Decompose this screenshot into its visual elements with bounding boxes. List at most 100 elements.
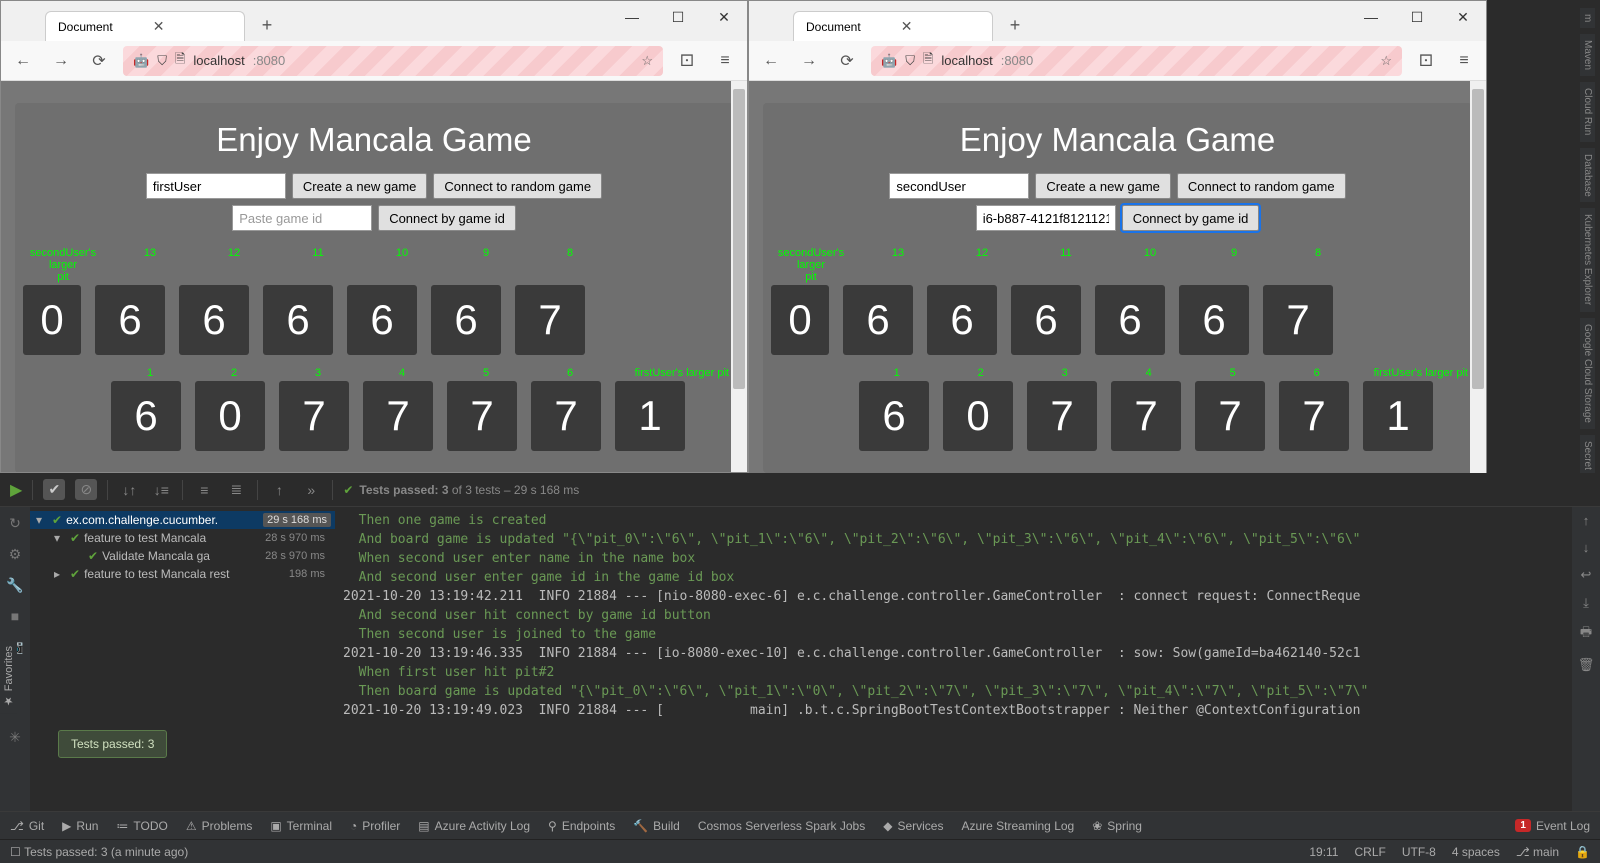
- username-input[interactable]: [146, 173, 286, 199]
- todo-tab[interactable]: ≔ TODO: [116, 819, 167, 833]
- up-arrow-icon[interactable]: ↑: [1583, 513, 1590, 528]
- git-tab[interactable]: ⎇ Git: [10, 819, 44, 833]
- new-tab-button[interactable]: +: [1001, 11, 1029, 39]
- back-button[interactable]: ←: [9, 47, 37, 75]
- reload-button[interactable]: ⟳: [85, 47, 113, 75]
- pit[interactable]: 7: [1279, 381, 1349, 451]
- trash-icon[interactable]: 🗑: [1578, 657, 1595, 673]
- scroll-icon[interactable]: ⤓: [1583, 595, 1589, 611]
- close-window-button[interactable]: ✕: [1440, 1, 1486, 33]
- test-tree-row[interactable]: ✔Validate Mancala ga28 s 970 ms: [30, 547, 335, 565]
- event-log-tab[interactable]: 1 Event Log: [1515, 819, 1590, 833]
- gameid-input[interactable]: [232, 205, 372, 231]
- up-icon[interactable]: ↑: [268, 482, 290, 498]
- username-input[interactable]: [889, 173, 1029, 199]
- status-le[interactable]: CRLF: [1354, 845, 1385, 859]
- new-tab-button[interactable]: +: [253, 11, 281, 39]
- browser-tab[interactable]: Document ✕: [45, 11, 245, 41]
- more-icon[interactable]: »: [300, 482, 322, 498]
- profiler-tab[interactable]: ◔ Profiler: [350, 819, 400, 833]
- endpoints-tab[interactable]: ⚲ Endpoints: [548, 819, 615, 833]
- menu-icon[interactable]: ≡: [1450, 52, 1478, 70]
- scrollbar[interactable]: [1470, 81, 1486, 479]
- menu-icon[interactable]: ≡: [711, 52, 739, 70]
- address-bar[interactable]: 🤖 ⛉ 🗎 localhost:8080 ☆: [871, 46, 1402, 76]
- maximize-button[interactable]: ☐: [655, 1, 701, 33]
- toggle-icon[interactable]: ⚙: [9, 546, 22, 563]
- services-tab[interactable]: ◆ Services: [883, 819, 943, 833]
- favorites-tab[interactable]: ★ Favorites: [0, 640, 17, 713]
- pit[interactable]: 1: [615, 381, 685, 451]
- down-arrow-icon[interactable]: ↓: [1583, 540, 1590, 555]
- reload-button[interactable]: ⟳: [833, 47, 861, 75]
- right-toolwindow-tab[interactable]: m: [1580, 8, 1595, 28]
- bookmark-icon[interactable]: ☆: [1380, 53, 1392, 69]
- status-branch[interactable]: ⎇ main: [1516, 845, 1559, 859]
- collapse-icon[interactable]: ≣: [225, 481, 247, 498]
- pit[interactable]: 0: [943, 381, 1013, 451]
- pit[interactable]: 7: [1027, 381, 1097, 451]
- pit[interactable]: 7: [1195, 381, 1265, 451]
- close-icon[interactable]: ✕: [901, 18, 913, 35]
- scrollbar[interactable]: [731, 81, 747, 472]
- sort-icon-2[interactable]: ↓≡: [150, 482, 172, 498]
- print-icon[interactable]: 🖶: [1580, 623, 1592, 645]
- maximize-button[interactable]: ☐: [1394, 1, 1440, 33]
- pocket-icon[interactable]: ⚀: [673, 51, 701, 71]
- spring-tab[interactable]: ❀ Spring: [1092, 819, 1142, 833]
- bookmark-icon[interactable]: ☆: [641, 53, 653, 69]
- lock-icon[interactable]: 🔒: [1575, 845, 1590, 859]
- bug-icon[interactable]: ✳: [9, 729, 21, 746]
- rerun-icon[interactable]: ↻: [9, 515, 21, 532]
- status-enc[interactable]: UTF-8: [1402, 845, 1436, 859]
- test-tree-row[interactable]: ▸✔feature to test Mancala rest198 ms: [30, 565, 335, 583]
- test-tree-row[interactable]: ▾✔feature to test Mancala28 s 970 ms: [30, 529, 335, 547]
- cosmos-tab[interactable]: Cosmos Serverless Spark Jobs: [698, 819, 865, 833]
- pit[interactable]: 6: [859, 381, 929, 451]
- problems-tab[interactable]: ⚠ Problems: [186, 819, 252, 833]
- minimize-button[interactable]: ―: [1348, 1, 1394, 33]
- console-output[interactable]: Then one game is created And board game …: [335, 507, 1572, 811]
- pit[interactable]: 1: [1363, 381, 1433, 451]
- right-toolwindow-tab[interactable]: Kubernetes Explorer: [1580, 208, 1595, 311]
- forward-button[interactable]: →: [47, 47, 75, 75]
- run-icon[interactable]: ▶: [10, 480, 22, 500]
- browser-tab[interactable]: Document ✕: [793, 11, 993, 41]
- gameid-input[interactable]: [976, 205, 1116, 231]
- pocket-icon[interactable]: ⚀: [1412, 51, 1440, 71]
- pit[interactable]: 7: [1111, 381, 1181, 451]
- ban-icon[interactable]: ⊘: [75, 479, 97, 500]
- status-indent[interactable]: 4 spaces: [1452, 845, 1500, 859]
- pit[interactable]: 7: [279, 381, 349, 451]
- right-toolwindow-tab[interactable]: Google Cloud Storage: [1580, 318, 1595, 429]
- pit[interactable]: 0: [195, 381, 265, 451]
- create-game-button[interactable]: Create a new game: [1035, 173, 1170, 199]
- close-window-button[interactable]: ✕: [701, 1, 747, 33]
- connect-by-id-button[interactable]: Connect by game id: [378, 205, 516, 231]
- right-toolwindow-tab[interactable]: Database: [1580, 148, 1595, 203]
- sort-icon[interactable]: ↓↑: [118, 482, 140, 498]
- right-toolwindow-tab[interactable]: Maven: [1580, 34, 1595, 76]
- pit[interactable]: 7: [363, 381, 433, 451]
- wrench-icon[interactable]: 🔧: [6, 577, 23, 594]
- back-button[interactable]: ←: [757, 47, 785, 75]
- check-icon[interactable]: ✔: [43, 479, 65, 500]
- run-tab[interactable]: ▶ Run: [62, 819, 98, 833]
- pit[interactable]: 6: [111, 381, 181, 451]
- test-tree[interactable]: ▾✔ex.com.challenge.cucumber.29 s 168 ms▾…: [30, 507, 335, 811]
- close-icon[interactable]: ✕: [153, 18, 165, 35]
- connect-by-id-button[interactable]: Connect by game id: [1122, 205, 1260, 231]
- terminal-tab[interactable]: ▣ Terminal: [270, 819, 332, 833]
- stop-icon[interactable]: ■: [11, 608, 19, 624]
- address-bar[interactable]: 🤖 ⛉ 🗎 localhost:8080 ☆: [123, 46, 663, 76]
- forward-button[interactable]: →: [795, 47, 823, 75]
- connect-random-button[interactable]: Connect to random game: [433, 173, 602, 199]
- minimize-button[interactable]: ―: [609, 1, 655, 33]
- azure-log-tab[interactable]: ▤ Azure Activity Log: [418, 819, 530, 833]
- azure-stream-tab[interactable]: Azure Streaming Log: [961, 819, 1074, 833]
- build-tab[interactable]: 🔨 Build: [633, 819, 680, 833]
- connect-random-button[interactable]: Connect to random game: [1177, 173, 1346, 199]
- right-toolwindow-tab[interactable]: Cloud Run: [1580, 82, 1595, 141]
- expand-icon[interactable]: ≡: [193, 482, 215, 498]
- wrap-icon[interactable]: ↩: [1581, 567, 1592, 583]
